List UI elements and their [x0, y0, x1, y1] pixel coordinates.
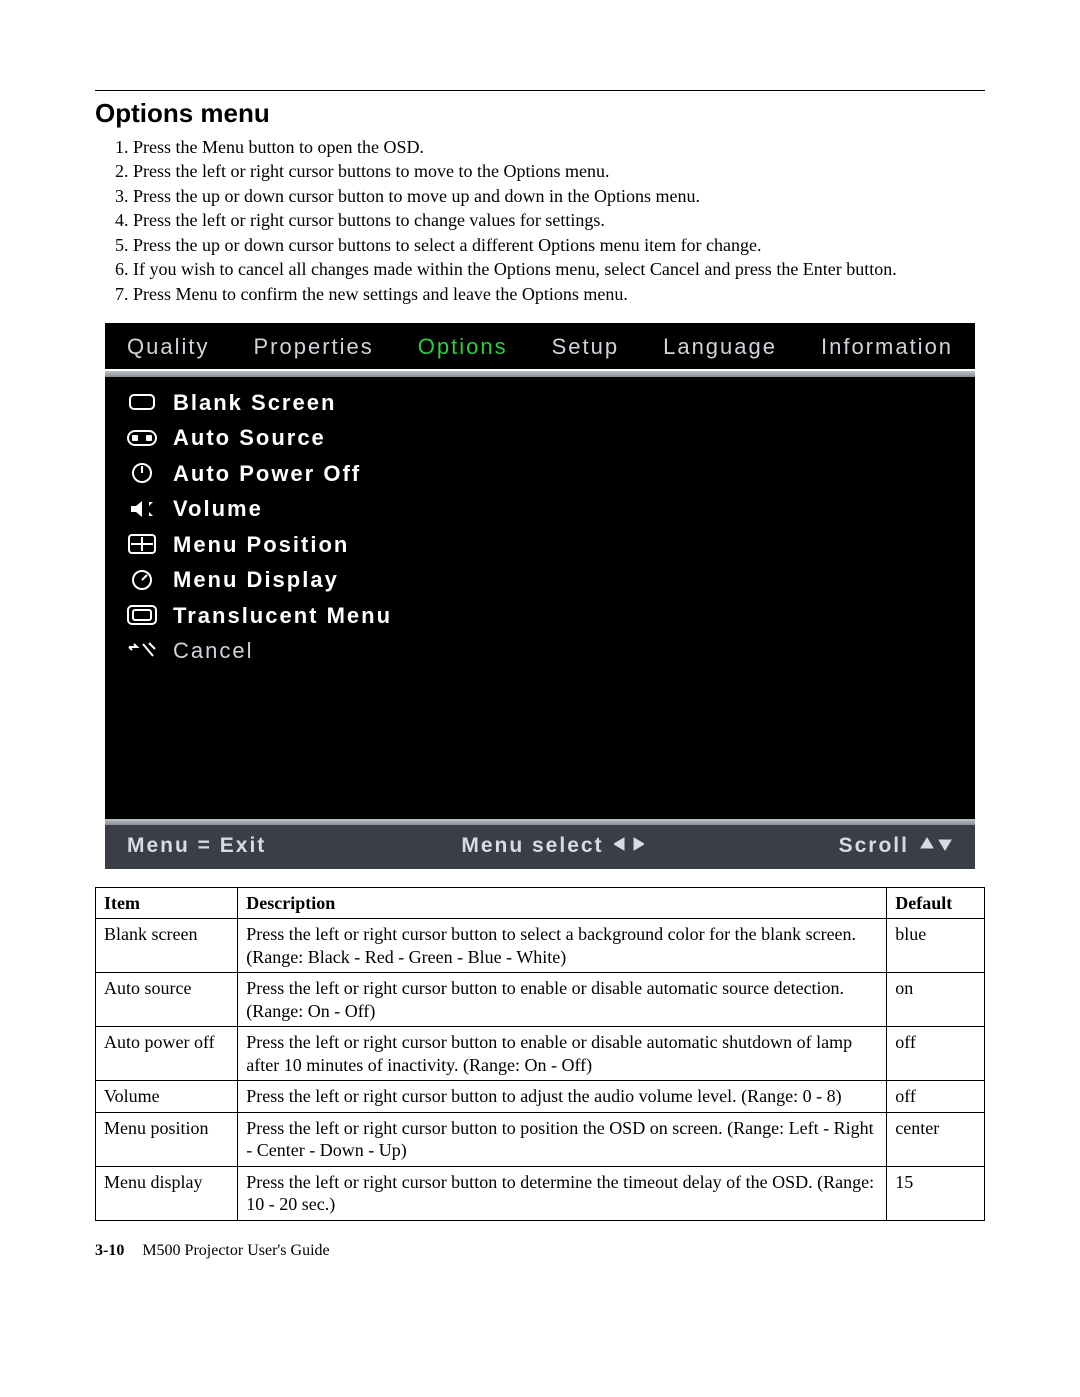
table-row: Auto source Press the left or right curs…: [96, 973, 985, 1027]
tab-language[interactable]: Language: [641, 323, 799, 371]
list-item: Press the up or down cursor button to mo…: [133, 185, 985, 208]
table-row: Auto power off Press the left or right c…: [96, 1027, 985, 1081]
osd-item-label: Menu Display: [173, 566, 339, 594]
cell-default: blue: [887, 919, 985, 973]
cell-default: off: [887, 1081, 985, 1113]
page-footer: 3-10 M500 Projector User's Guide: [95, 1241, 985, 1261]
osd-item-label: Auto Source: [173, 424, 326, 452]
up-down-arrows-icon: [919, 833, 953, 859]
cell-default: center: [887, 1112, 985, 1166]
cell-item: Blank screen: [96, 919, 238, 973]
cell-desc: Press the left or right cursor button to…: [238, 973, 887, 1027]
osd-item-label: Blank Screen: [173, 389, 336, 417]
osd-item-blank-screen[interactable]: Blank Screen: [125, 385, 975, 421]
cell-desc: Press the left or right cursor button to…: [238, 1081, 887, 1113]
table-row: Blank screen Press the left or right cur…: [96, 919, 985, 973]
list-item: Press the Menu button to open the OSD.: [133, 136, 985, 159]
osd-footer: Menu = Exit Menu select Scroll: [105, 825, 975, 869]
list-item: Press the left or right cursor buttons t…: [133, 209, 985, 232]
osd-footer-exit: Menu = Exit: [127, 833, 266, 859]
osd-item-menu-display[interactable]: Menu Display: [125, 562, 975, 598]
osd-item-auto-power-off[interactable]: Auto Power Off: [125, 456, 975, 492]
table-header-desc: Description: [238, 887, 887, 919]
osd-item-cancel[interactable]: Cancel: [125, 633, 975, 669]
menu-position-icon: [125, 531, 159, 557]
guide-title: M500 Projector User's Guide: [142, 1242, 329, 1259]
osd-item-volume[interactable]: Volume: [125, 491, 975, 527]
cell-item: Menu display: [96, 1166, 238, 1220]
osd-item-translucent-menu[interactable]: Translucent Menu: [125, 598, 975, 634]
list-item: If you wish to cancel all changes made w…: [133, 258, 985, 281]
table-header-default: Default: [887, 887, 985, 919]
osd-item-label: Translucent Menu: [173, 602, 392, 630]
table-row: Menu display Press the left or right cur…: [96, 1166, 985, 1220]
osd-item-label: Auto Power Off: [173, 460, 361, 488]
cell-desc: Press the left or right cursor button to…: [238, 1112, 887, 1166]
instruction-list: Press the Menu button to open the OSD. P…: [133, 136, 985, 306]
cell-desc: Press the left or right cursor button to…: [238, 1166, 887, 1220]
cell-default: 15: [887, 1166, 985, 1220]
tab-options[interactable]: Options: [396, 323, 530, 371]
page-number: 3-10: [95, 1242, 124, 1259]
osd-item-auto-source[interactable]: Auto Source: [125, 420, 975, 456]
cell-item: Auto source: [96, 973, 238, 1027]
section-heading: Options menu: [95, 97, 985, 130]
tab-quality[interactable]: Quality: [105, 323, 231, 371]
blank-screen-icon: [125, 389, 159, 415]
cell-item: Auto power off: [96, 1027, 238, 1081]
volume-icon: [125, 496, 159, 522]
osd-footer-scroll: Scroll: [839, 833, 909, 859]
translucent-menu-icon: [125, 602, 159, 628]
cell-desc: Press the left or right cursor button to…: [238, 919, 887, 973]
table-row: Volume Press the left or right cursor bu…: [96, 1081, 985, 1113]
options-description-table: Item Description Default Blank screen Pr…: [95, 887, 985, 1221]
tab-information[interactable]: Information: [799, 323, 975, 371]
osd-footer-select: Menu select: [461, 833, 603, 859]
table-header-item: Item: [96, 887, 238, 919]
tab-setup[interactable]: Setup: [530, 323, 642, 371]
list-item: Press the up or down cursor buttons to s…: [133, 234, 985, 257]
osd-item-menu-position[interactable]: Menu Position: [125, 527, 975, 563]
table-row: Menu position Press the left or right cu…: [96, 1112, 985, 1166]
list-item: Press the left or right cursor buttons t…: [133, 160, 985, 183]
menu-display-icon: [125, 567, 159, 593]
auto-source-icon: [125, 425, 159, 451]
cancel-icon: [125, 638, 159, 664]
cell-desc: Press the left or right cursor button to…: [238, 1027, 887, 1081]
cell-item: Volume: [96, 1081, 238, 1113]
osd-item-label: Cancel: [173, 637, 253, 665]
cell-default: off: [887, 1027, 985, 1081]
osd-item-label: Volume: [173, 495, 263, 523]
tab-properties[interactable]: Properties: [231, 323, 395, 371]
cell-default: on: [887, 973, 985, 1027]
osd-item-label: Menu Position: [173, 531, 349, 559]
cell-item: Menu position: [96, 1112, 238, 1166]
auto-poweroff-icon: [125, 460, 159, 486]
left-right-arrows-icon: [614, 833, 644, 859]
list-item: Press Menu to confirm the new settings a…: [133, 283, 985, 306]
osd-tabbar: Quality Properties Options Setup Languag…: [105, 323, 975, 371]
osd-screenshot: Quality Properties Options Setup Languag…: [105, 323, 975, 869]
